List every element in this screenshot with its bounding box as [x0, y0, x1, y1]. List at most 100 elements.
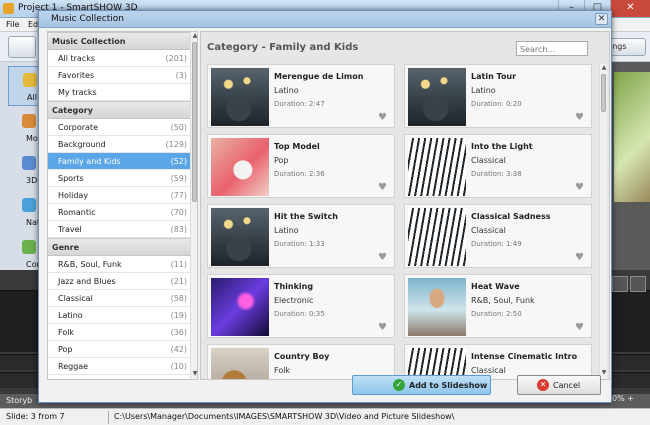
sidebar-item[interactable]: Pop (42) — [48, 341, 191, 358]
sidebar-item[interactable]: Reggae (10) — [48, 358, 191, 375]
track-genre: Folk — [274, 366, 291, 375]
zoom-control[interactable]: 0% + — [612, 394, 634, 403]
window-close-button[interactable]: ✕ — [610, 0, 650, 17]
favorite-heart-icon[interactable]: ♥ — [378, 183, 388, 193]
sidebar-item-label: Reggae — [58, 362, 89, 371]
snowflake-icon — [22, 198, 36, 212]
sidebar-item-count: (21) — [170, 277, 187, 286]
menu-file[interactable]: File — [6, 20, 19, 29]
track-title: Thinking — [274, 282, 314, 291]
check-icon: ✓ — [393, 379, 405, 391]
sidebar-item-count: (201) — [165, 54, 187, 63]
sidebar-scrollbar[interactable]: ▲ ▼ — [190, 32, 197, 379]
favorite-heart-icon[interactable]: ♥ — [575, 253, 585, 263]
storyboard-tab[interactable]: Storyb — [6, 396, 32, 405]
settings-button[interactable]: ings — [606, 38, 646, 56]
sidebar-item[interactable]: Folk (36) — [48, 324, 191, 341]
track-card[interactable]: Hit the Switch Latino Duration: 1:33 ♥ — [207, 204, 395, 268]
dialog-title: Music Collection — [51, 14, 124, 24]
favorite-heart-icon[interactable]: ♥ — [575, 113, 585, 123]
track-grid: Merengue de Limon Latino Duration: 2:47 ♥ La… — [207, 64, 597, 379]
track-genre: Classical — [471, 366, 506, 375]
track-title: Intense Cinematic Intro — [471, 352, 578, 361]
favorite-heart-icon[interactable]: ♥ — [575, 323, 585, 333]
sidebar-item-count: (129) — [165, 140, 187, 149]
favorite-heart-icon[interactable]: ♥ — [378, 323, 388, 333]
sidebar-scroll-down-icon[interactable]: ▼ — [191, 370, 197, 378]
sidebar-item[interactable]: Romantic (70) — [48, 204, 191, 221]
sidebar-item-label: Corporate — [58, 123, 98, 132]
sidebar-item[interactable]: My tracks — [48, 84, 191, 101]
sidebar-item-count: (36) — [170, 328, 187, 337]
sidebar-item-label: Travel — [58, 225, 82, 234]
sidebar-item-label: Sports — [58, 174, 84, 183]
track-thumbnail — [211, 68, 269, 126]
track-duration: Duration: 0:20 — [471, 100, 522, 108]
track-card[interactable]: Into the Light Classical Duration: 3:38 ♥ — [404, 134, 592, 198]
sidebar-section-header: Music Collection — [48, 32, 191, 50]
track-duration: Duration: 0:35 — [274, 310, 325, 318]
sidebar-item[interactable]: Travel (83) — [48, 221, 191, 238]
track-title: Into the Light — [471, 142, 533, 151]
track-duration: Duration: 1:33 — [274, 240, 325, 248]
track-scrollbar[interactable]: ▲ ▼ — [599, 64, 607, 379]
track-thumbnail — [408, 208, 466, 266]
sidebar-item-label: Pop — [58, 345, 73, 354]
track-thumbnail — [211, 278, 269, 336]
track-thumbnail — [408, 138, 466, 196]
track-card[interactable]: Latin Tour Latino Duration: 0:20 ♥ — [404, 64, 592, 128]
track-genre: R&B, Soul, Funk — [471, 296, 535, 305]
track-card[interactable]: Classical Sadness Classical Duration: 1:49… — [404, 204, 592, 268]
cube-icon — [22, 156, 36, 170]
sidebar-item[interactable]: Classical (58) — [48, 290, 191, 307]
track-card[interactable]: Top Model Pop Duration: 2:36 ♥ — [207, 134, 395, 198]
sidebar-item[interactable]: Family and Kids (52) — [48, 153, 191, 170]
sidebar-item[interactable]: Holiday (77) — [48, 187, 191, 204]
track-title: Top Model — [274, 142, 320, 151]
sidebar-item-count: (11) — [170, 260, 187, 269]
sidebar-item[interactable]: Corporate (50) — [48, 119, 191, 136]
sidebar-scroll-up-icon[interactable]: ▲ — [191, 32, 197, 40]
track-title: Classical Sadness — [471, 212, 551, 221]
cancel-button[interactable]: ✕ Cancel — [517, 375, 601, 395]
star-icon — [23, 73, 37, 87]
track-card[interactable]: Heat Wave R&B, Soul, Funk Duration: 2:50 ♥ — [404, 274, 592, 338]
scroll-up-icon[interactable]: ▲ — [600, 64, 608, 72]
status-path: C:\Users\Manager\Documents\IMAGES\SMARTS… — [114, 412, 455, 421]
sidebar-item[interactable]: Favorites (3) — [48, 67, 191, 84]
track-card[interactable]: Merengue de Limon Latino Duration: 2:47 ♥ — [207, 64, 395, 128]
scroll-down-icon[interactable]: ▼ — [600, 369, 608, 377]
scroll-thumb[interactable] — [601, 74, 606, 112]
sidebar-item[interactable]: Sports (59) — [48, 170, 191, 187]
grid-button[interactable] — [612, 276, 628, 292]
track-browser: Category - Family and Kids Merengue de L… — [200, 31, 610, 380]
camera-button[interactable] — [8, 36, 36, 58]
sidebar-item-count: (83) — [170, 225, 187, 234]
sidebar-item-label: Latino — [58, 311, 83, 320]
sidebar-item[interactable]: Latino (19) — [48, 307, 191, 324]
sidebar-item[interactable]: All tracks (201) — [48, 50, 191, 67]
sidebar-item-label: All tracks — [58, 54, 95, 63]
category-title: Category - Family and Kids — [207, 42, 359, 53]
sidebar-item-count: (58) — [170, 294, 187, 303]
sidebar-item-count: (50) — [170, 123, 187, 132]
sidebar-item-label: Background — [58, 140, 106, 149]
fit-button[interactable] — [630, 276, 646, 292]
complex-icon — [22, 240, 36, 254]
favorite-heart-icon[interactable]: ♥ — [378, 113, 388, 123]
track-duration: Duration: 1:49 — [471, 240, 522, 248]
track-thumbnail — [408, 68, 466, 126]
sidebar-item-label: Classical — [58, 294, 93, 303]
track-card[interactable]: Thinking Electronic Duration: 0:35 ♥ — [207, 274, 395, 338]
sidebar-item[interactable]: Jazz and Blues (21) — [48, 273, 191, 290]
search-input[interactable] — [516, 41, 588, 56]
sidebar-scroll-thumb[interactable] — [192, 42, 197, 202]
sidebar-section-header: Category — [48, 101, 191, 119]
add-to-slideshow-button[interactable]: ✓ Add to Slideshow — [352, 375, 491, 395]
sidebar-item[interactable]: R&B, Soul, Funk (11) — [48, 256, 191, 273]
sidebar-item[interactable]: Background (129) — [48, 136, 191, 153]
favorite-heart-icon[interactable]: ♥ — [575, 183, 585, 193]
dialog-close-button[interactable]: ✕ — [595, 13, 608, 25]
sidebar-item-label: Favorites — [58, 71, 95, 80]
favorite-heart-icon[interactable]: ♥ — [378, 253, 388, 263]
